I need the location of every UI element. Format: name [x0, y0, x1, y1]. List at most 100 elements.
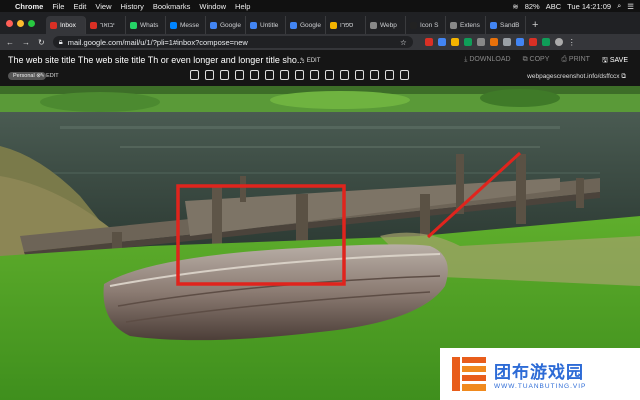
tool-crop-icon[interactable]: [280, 70, 289, 80]
tab-favicon-icon: [410, 21, 417, 29]
tool-text-icon[interactable]: [235, 70, 244, 80]
tab-favicon-icon: [290, 21, 297, 29]
annotation-toolbar: [190, 70, 409, 80]
tool-clear-icon[interactable]: [400, 70, 409, 80]
clock[interactable]: Tue 14:21:09: [567, 2, 611, 11]
edit-title-button[interactable]: ✎ EDIT: [300, 57, 320, 64]
menu-history[interactable]: History: [121, 2, 144, 11]
extension-icon[interactable]: [541, 38, 550, 46]
tab-label: SandB: [500, 21, 520, 29]
print-button[interactable]: ⎙ PRINT: [561, 56, 590, 67]
watermark: 团布游戏园 WWW.TUANBUTING.VIP: [440, 348, 640, 400]
menu-view[interactable]: View: [95, 2, 111, 11]
browser-tab[interactable]: Google: [206, 16, 246, 34]
extension-icon[interactable]: [528, 38, 537, 46]
tab-strip: Inbox יבואר Whats Messe Google Untitle Google ס…: [0, 12, 640, 34]
extension-icon[interactable]: [437, 38, 446, 46]
profile-avatar[interactable]: [554, 38, 563, 46]
screenshot-editor-header: The web site title The web site title Th…: [0, 50, 640, 86]
menu-bar: Chrome File Edit View History Bookmarks …: [0, 0, 640, 12]
extension-icon[interactable]: [502, 38, 511, 46]
menu-edit[interactable]: Edit: [73, 2, 86, 11]
tool-arrow-icon[interactable]: [220, 70, 229, 80]
extension-icon[interactable]: [476, 38, 485, 46]
edit-title-label: EDIT: [306, 58, 321, 64]
lock-icon: 🔒︎: [58, 37, 63, 46]
edit-badge-button[interactable]: ✎ EDIT: [40, 73, 59, 79]
tool-line-icon[interactable]: [265, 70, 274, 80]
extension-icons: ⋮: [424, 38, 576, 47]
new-tab-button[interactable]: +: [526, 16, 544, 34]
tool-marker-icon[interactable]: [205, 70, 214, 80]
browser-tab[interactable]: Messe: [166, 16, 206, 34]
watermark-logo-icon: [450, 355, 488, 393]
edit-badge-label: EDIT: [46, 73, 59, 79]
tab-favicon-icon: [130, 21, 137, 29]
tab-favicon-icon: [90, 21, 97, 29]
tab-label: Google: [220, 21, 241, 29]
tool-highlight-icon[interactable]: [325, 70, 334, 80]
download-button[interactable]: ⤓ DOWNLOAD: [464, 56, 510, 67]
tab-favicon-icon: [50, 21, 57, 29]
bookmark-star-icon[interactable]: ☆: [400, 38, 407, 47]
address-bar[interactable]: 🔒︎ mail.google.com/mail/u/1/?pli=1#inbox…: [52, 36, 413, 48]
browser-tab[interactable]: Untitle: [246, 16, 286, 34]
extension-icon[interactable]: [489, 38, 498, 46]
more-menu-icon[interactable]: ⋮: [568, 38, 576, 47]
battery-percent[interactable]: 82%: [525, 2, 540, 11]
tab-favicon-icon: [330, 21, 337, 29]
menu-window[interactable]: Window: [199, 2, 226, 11]
input-source[interactable]: ABC: [546, 2, 561, 11]
menu-bookmarks[interactable]: Bookmarks: [153, 2, 191, 11]
tool-rectangle-icon[interactable]: [190, 70, 199, 80]
extension-icon[interactable]: [515, 38, 524, 46]
tool-circle-icon[interactable]: [295, 70, 304, 80]
tab-favicon-icon: [210, 21, 217, 29]
screenshot-image: 团布游戏园 WWW.TUANBUTING.VIP: [0, 86, 640, 400]
extension-icon[interactable]: [424, 38, 433, 46]
tab-label: Extens: [460, 21, 480, 29]
browser-tab[interactable]: Whats: [126, 16, 166, 34]
browser-tab[interactable]: SandB: [486, 16, 526, 34]
back-icon[interactable]: ←: [6, 38, 14, 47]
tool-pen-icon[interactable]: [310, 70, 319, 80]
reload-icon[interactable]: ↻: [38, 38, 45, 47]
tab-favicon-icon: [450, 21, 457, 29]
tab-favicon-icon: [250, 21, 257, 29]
browser-tab[interactable]: Extens: [446, 16, 486, 34]
tool-emoji-icon[interactable]: [385, 70, 394, 80]
tab-label: Icon S: [420, 21, 439, 29]
extension-icon[interactable]: [450, 38, 459, 46]
browser-tab[interactable]: Inbox: [46, 16, 86, 34]
browser-tab[interactable]: ספרו: [326, 16, 366, 34]
save-label: SAVE: [609, 57, 628, 64]
forward-icon[interactable]: →: [22, 38, 30, 47]
tool-size-icon[interactable]: [370, 70, 379, 80]
wifi-icon[interactable]: ≋: [512, 2, 518, 11]
browser-tab[interactable]: Webp: [366, 16, 406, 34]
minimize-window-button[interactable]: [17, 20, 24, 27]
browser-tab[interactable]: Icon S: [406, 16, 446, 34]
menu-list-icon[interactable]: ☰: [627, 2, 634, 11]
tool-undo-icon[interactable]: [340, 70, 349, 80]
save-button[interactable]: 🖫︎ SAVE: [602, 56, 628, 67]
close-window-button[interactable]: [6, 20, 13, 27]
browser-tab[interactable]: יבואר: [86, 16, 126, 34]
share-url[interactable]: webpagescreenshot.info/dsffccx ⧉: [527, 73, 626, 81]
copy-button[interactable]: ⧉ COPY: [523, 56, 550, 67]
maximize-window-button[interactable]: [28, 20, 35, 27]
tab-label: ספרו: [340, 21, 354, 29]
tool-blur-icon[interactable]: [250, 70, 259, 80]
share-url-text: webpagescreenshot.info/dsffccx: [527, 73, 620, 80]
print-label: PRINT: [568, 56, 590, 63]
search-icon[interactable]: ⌕: [617, 1, 621, 11]
tab-label: Messe: [180, 21, 200, 29]
extension-icon[interactable]: [463, 38, 472, 46]
menu-file[interactable]: File: [52, 2, 64, 11]
menu-help[interactable]: Help: [235, 2, 250, 11]
menu-app-chrome[interactable]: Chrome: [15, 2, 43, 11]
tab-label: Webp: [380, 21, 397, 29]
browser-tab[interactable]: Google: [286, 16, 326, 34]
tab-favicon-icon: [370, 21, 377, 29]
tool-color-icon[interactable]: [355, 70, 364, 80]
